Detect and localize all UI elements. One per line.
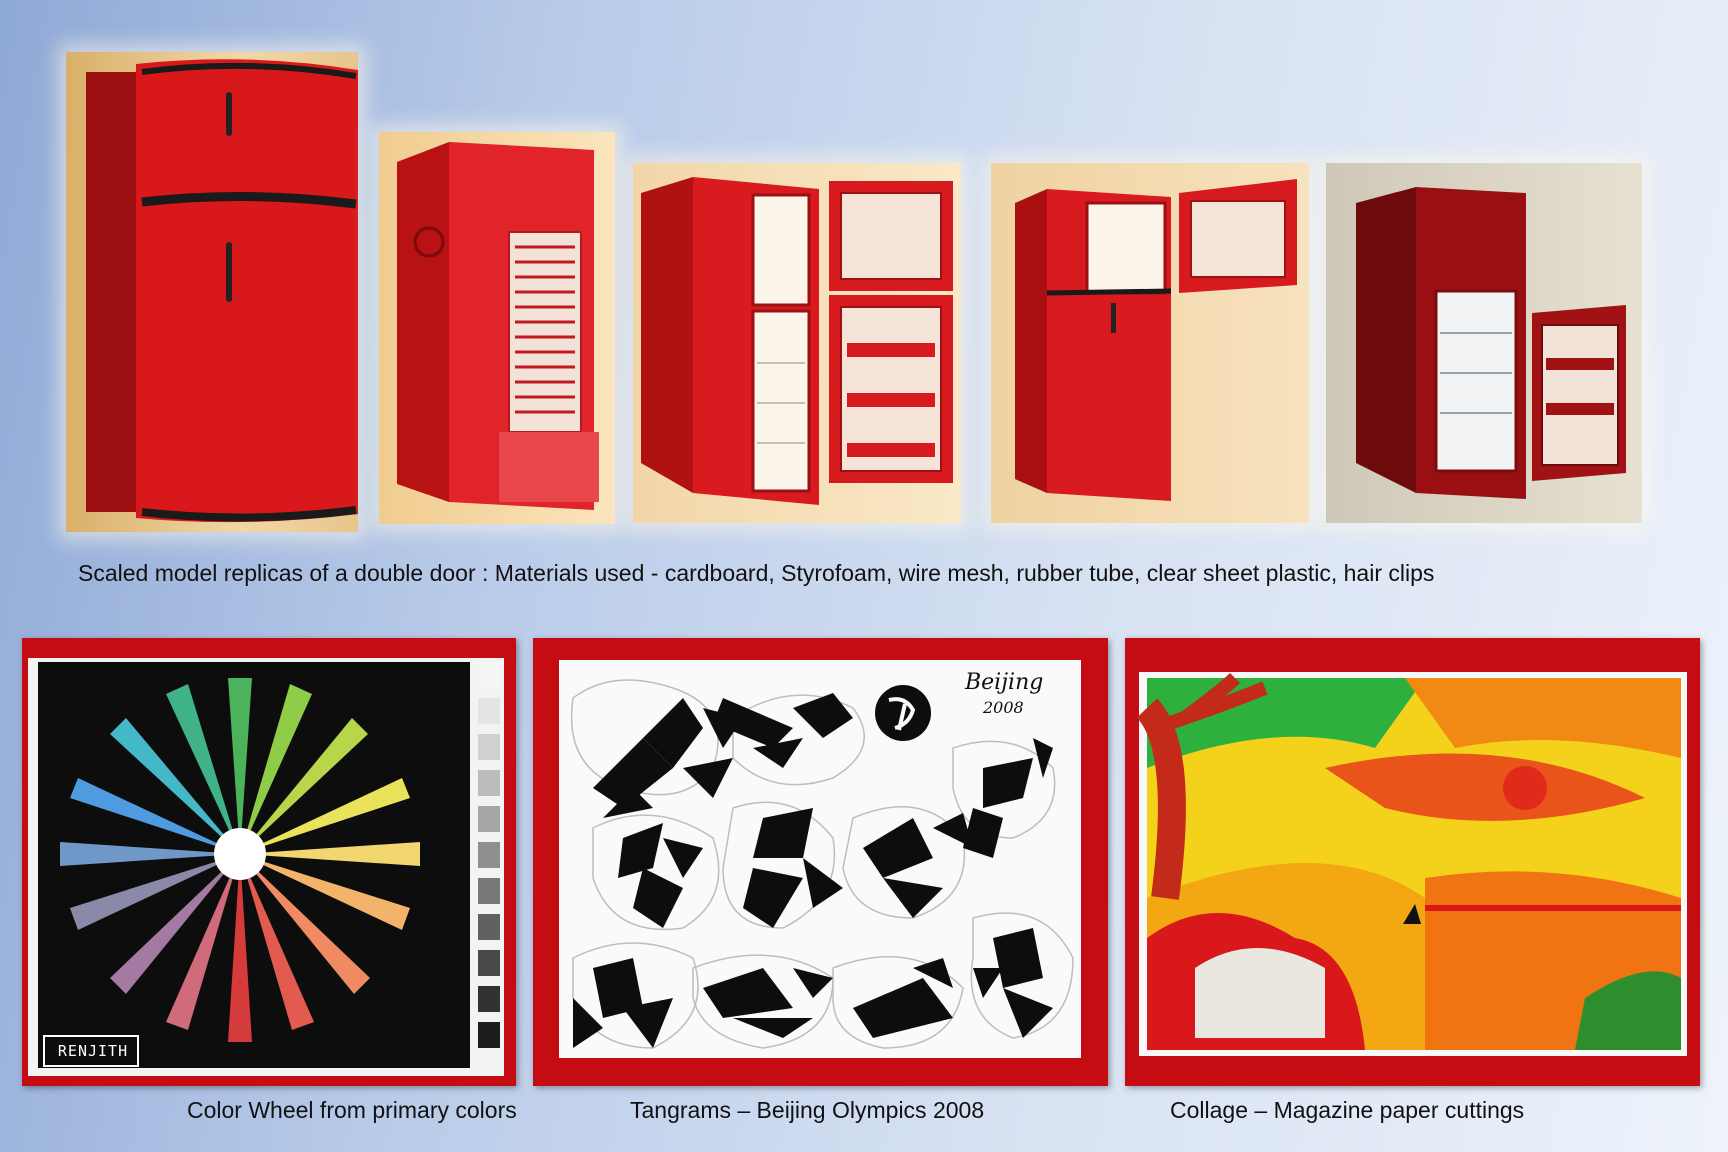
collage-artwork [1125,638,1700,1086]
fridge-photo-top-door-open [991,163,1309,523]
fridge-photo-front [66,52,358,532]
gray-scale-strip [478,662,500,1048]
year-label: 2008 [983,698,1024,717]
fridge-photo-back [379,132,615,524]
tangrams-caption: Tangrams – Beijing Olympics 2008 [630,1097,985,1123]
tangrams-artwork: Beijing 2008 [533,638,1108,1086]
artist-signature: RENJITH [57,1042,129,1060]
color-wheel-caption: Color Wheel from primary colors [187,1097,517,1123]
collage-caption: Collage – Magazine paper cuttings [1170,1097,1525,1123]
fridge-photo-open-both-doors [633,163,961,523]
fridge-photo-dark-red [1326,163,1642,523]
beijing-label: Beijing [965,670,1044,695]
color-wheel-artwork: RENJITH [22,638,516,1086]
fridge-models-caption: Scaled model replicas of a double door :… [78,560,1435,586]
